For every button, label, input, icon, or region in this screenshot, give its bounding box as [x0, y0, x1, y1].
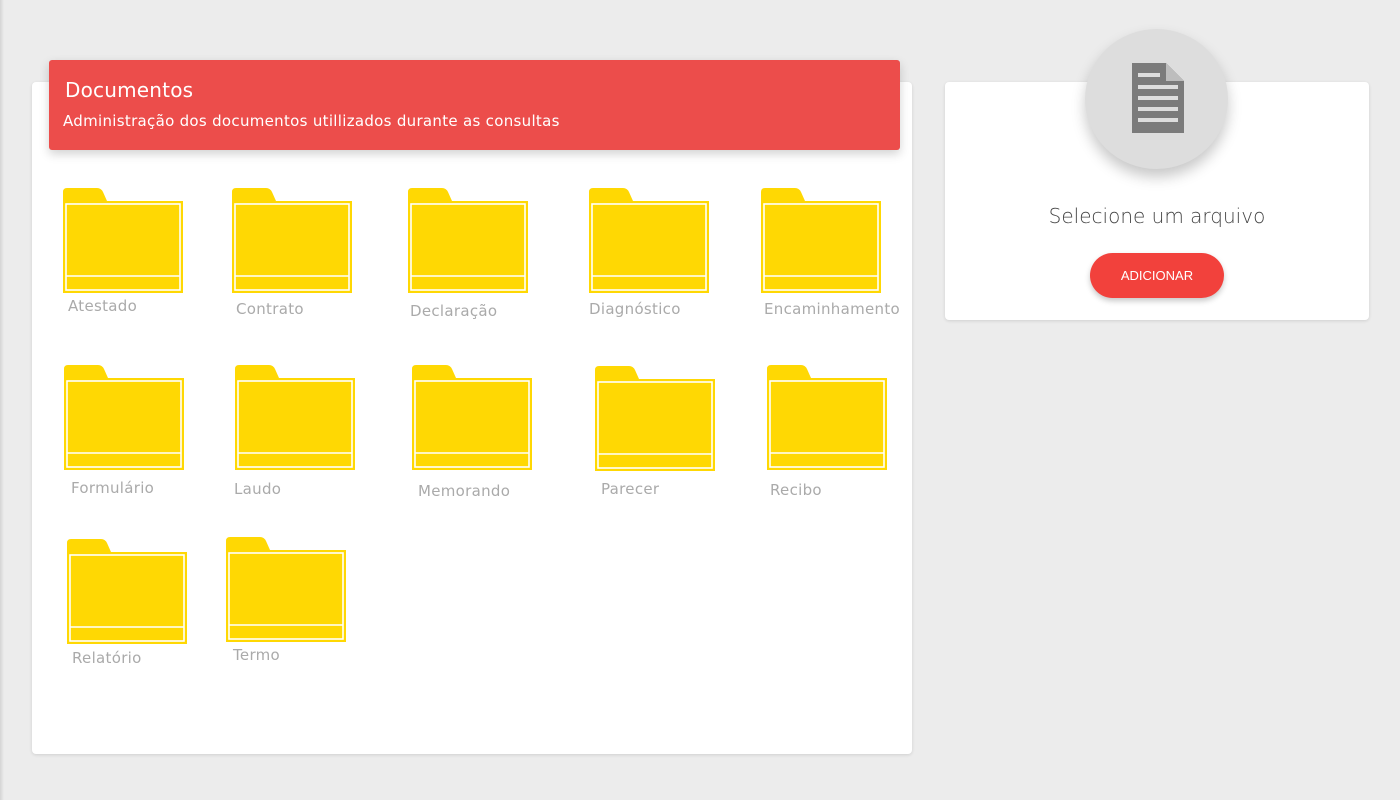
folder-icon — [412, 365, 532, 470]
folder-label: Relatório — [72, 649, 142, 667]
folder-item[interactable]: Declaração — [408, 186, 558, 326]
folder-label: Parecer — [601, 480, 660, 498]
folder-label: Laudo — [234, 480, 282, 498]
folder-item[interactable]: Formulário — [64, 363, 214, 503]
folder-icon — [232, 188, 352, 293]
folder-label: Declaração — [410, 302, 498, 320]
folder-item[interactable]: Parecer — [595, 364, 745, 504]
folder-item[interactable]: Diagnóstico — [589, 186, 739, 326]
add-button[interactable]: ADICIONAR — [1090, 253, 1224, 298]
document-icon — [1132, 63, 1184, 133]
folder-label: Contrato — [236, 300, 304, 318]
folder-item[interactable]: Contrato — [232, 186, 382, 326]
folder-icon — [767, 365, 887, 470]
folder-icon — [226, 537, 346, 642]
folder-item[interactable]: Recibo — [767, 363, 917, 503]
page-title: Documentos — [65, 78, 194, 102]
folder-label: Termo — [233, 646, 281, 664]
folder-item[interactable]: Atestado — [63, 186, 213, 326]
folder-icon — [408, 188, 528, 293]
folder-icon — [595, 366, 715, 471]
folder-icon — [235, 365, 355, 470]
folder-item[interactable]: Encaminhamento — [761, 186, 911, 326]
folder-label: Diagnóstico — [589, 300, 681, 318]
folder-icon — [589, 188, 709, 293]
folder-item[interactable]: Laudo — [234, 363, 385, 503]
folder-item[interactable]: Termo — [226, 535, 376, 675]
folder-icon — [64, 365, 184, 470]
folder-label: Recibo — [770, 481, 822, 499]
documents-header: Documentos Administração dos documentos … — [49, 60, 900, 150]
select-file-prompt: Selecione um arquivo — [1048, 204, 1266, 228]
folder-item[interactable]: Memorando — [412, 363, 562, 503]
page-subtitle: Administração dos documentos utillizados… — [63, 112, 560, 130]
folder-item[interactable]: Relatório — [67, 537, 217, 677]
folder-label: Atestado — [68, 297, 138, 315]
folder-icon — [67, 539, 187, 644]
page-edge-shadow — [0, 0, 4, 800]
folder-icon — [761, 188, 881, 293]
folder-label: Encaminhamento — [764, 300, 901, 318]
folder-label: Formulário — [71, 479, 155, 497]
file-avatar — [1085, 29, 1228, 169]
folder-icon — [63, 188, 183, 293]
folder-label: Memorando — [418, 482, 511, 500]
